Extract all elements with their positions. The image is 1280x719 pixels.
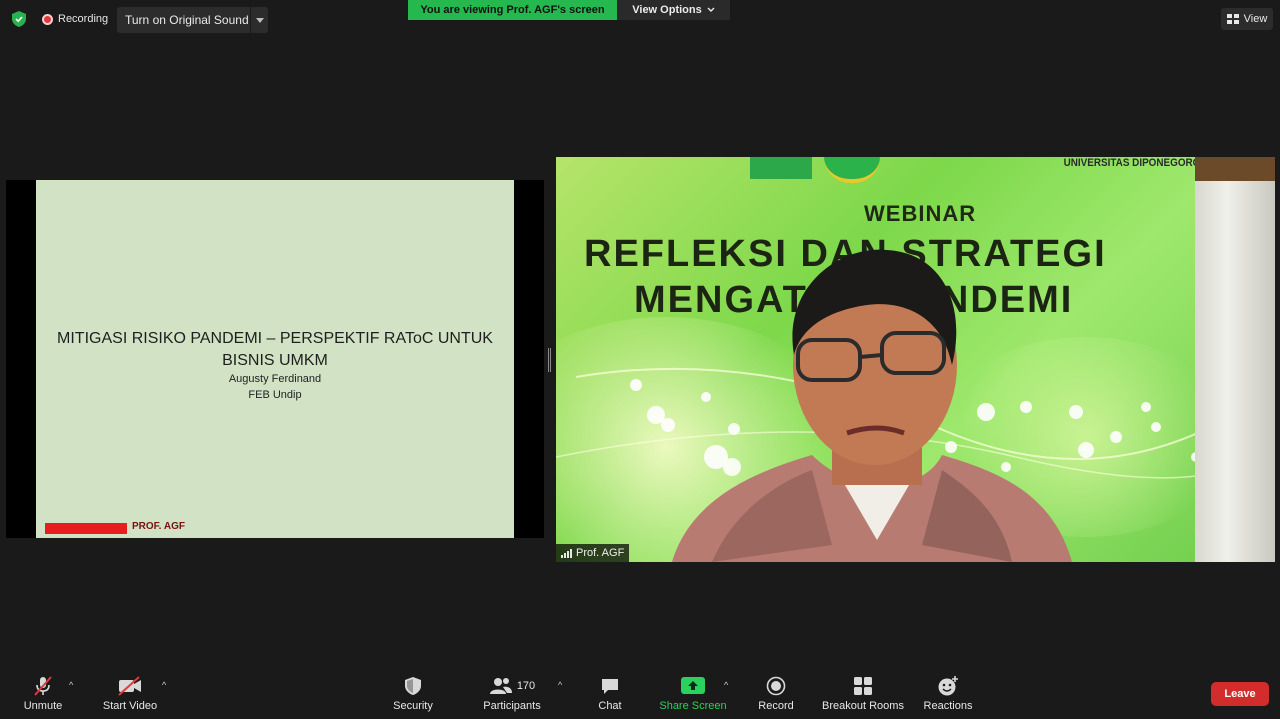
slide-author: Augusty Ferdinand: [228, 373, 322, 385]
recording-label: Recording: [58, 13, 109, 25]
recording-dot-icon: [42, 13, 53, 25]
unmute-label[interactable]: Unmute: [24, 700, 63, 712]
backdrop-frame: [1195, 157, 1275, 181]
recording-indicator: Recording: [42, 11, 108, 27]
security-shield-icon[interactable]: [10, 10, 28, 28]
leave-button[interactable]: Leave: [1211, 682, 1269, 706]
speaker-silhouette: [672, 249, 1072, 562]
chat-bubble-icon: [600, 674, 620, 698]
participants-icon: [489, 678, 512, 694]
shared-screen: MITIGASI RISIKO PANDEMI – PERSPEKTIF RAT…: [6, 180, 544, 538]
reactions-button[interactable]: Reactions: [922, 674, 974, 712]
start-video-label[interactable]: Start Video: [103, 700, 157, 712]
original-sound-label[interactable]: Turn on Original Sound: [117, 13, 250, 27]
view-options-label[interactable]: View Options: [632, 4, 701, 16]
speaker-video[interactable]: UNIVERSITAS DIPONEGORO WEBINAR REFLEKSI …: [556, 157, 1275, 562]
shield-icon: [404, 674, 422, 698]
participants-label[interactable]: Participants: [483, 700, 540, 712]
muted-microphone-icon: [32, 674, 54, 698]
view-options-button[interactable]: View Options: [617, 0, 730, 20]
slide-title: MITIGASI RISIKO PANDEMI – PERSPEKTIF RAT…: [57, 330, 493, 369]
share-options-chevron-up-icon[interactable]: ^: [724, 680, 728, 690]
smiley-add-icon: [937, 674, 959, 698]
signal-strength-icon: [561, 548, 572, 558]
slide-institution: FEB Undip: [248, 389, 302, 401]
participant-name: Prof. AGF: [576, 547, 625, 559]
record-icon: [766, 674, 786, 698]
unmute-button[interactable]: Unmute: [21, 674, 65, 712]
reactions-label[interactable]: Reactions: [924, 700, 973, 712]
share-screen-icon: [681, 674, 705, 698]
video-off-icon: [117, 674, 143, 698]
backdrop-wall: [1195, 157, 1275, 562]
start-video-button[interactable]: Start Video: [100, 674, 160, 712]
share-screen-button[interactable]: Share Screen: [658, 674, 728, 712]
view-button-label[interactable]: View: [1244, 13, 1268, 25]
slide-accent-bar: [45, 523, 127, 534]
audio-options-chevron-up-icon[interactable]: ^: [69, 680, 73, 690]
viewing-banner: You are viewing Prof. AGF's screen: [408, 0, 617, 20]
split-resize-handle[interactable]: [548, 348, 551, 372]
participant-name-tag: Prof. AGF: [556, 544, 630, 562]
share-screen-label[interactable]: Share Screen: [659, 700, 726, 712]
video-options-chevron-up-icon[interactable]: ^: [162, 680, 166, 690]
grid-view-icon: [1226, 14, 1239, 24]
security-button[interactable]: Security: [390, 674, 436, 712]
presentation-slide: MITIGASI RISIKO PANDEMI – PERSPEKTIF RAT…: [36, 180, 514, 538]
chat-button[interactable]: Chat: [594, 674, 626, 712]
participants-chevron-up-icon[interactable]: ^: [558, 680, 562, 690]
participants-button[interactable]: 170 Participants: [481, 674, 543, 712]
participants-count: 170: [516, 680, 536, 692]
view-button[interactable]: View: [1221, 8, 1273, 30]
chevron-down-icon[interactable]: [251, 17, 268, 23]
record-button[interactable]: Record: [757, 674, 795, 712]
record-label[interactable]: Record: [758, 700, 793, 712]
chat-label[interactable]: Chat: [598, 700, 621, 712]
security-label[interactable]: Security: [393, 700, 433, 712]
participants-icon-group: 170: [489, 674, 535, 698]
original-sound-button[interactable]: Turn on Original Sound: [117, 7, 268, 33]
breakout-rooms-label[interactable]: Breakout Rooms: [822, 700, 904, 712]
slide-brand: PROF. AGF: [132, 521, 185, 532]
breakout-rooms-button[interactable]: Breakout Rooms: [820, 674, 906, 712]
breakout-rooms-icon: [853, 674, 873, 698]
chevron-down-icon: [707, 7, 715, 12]
